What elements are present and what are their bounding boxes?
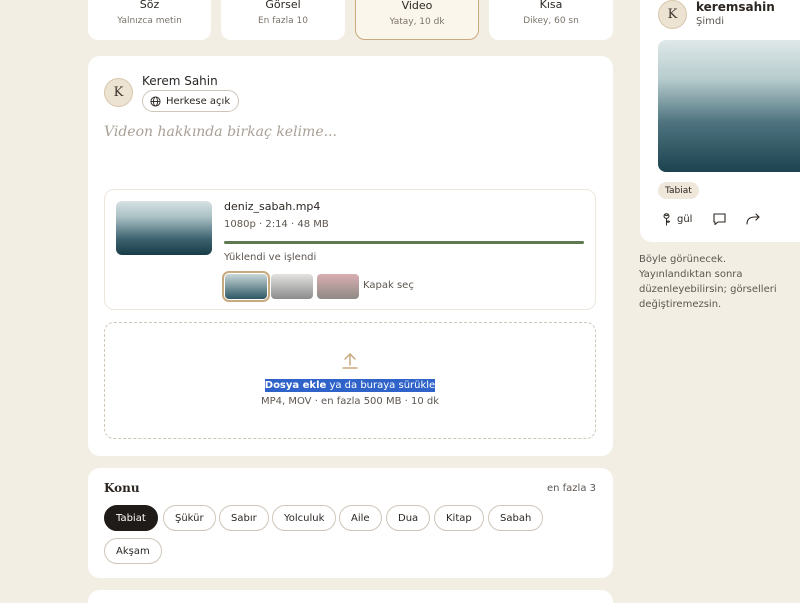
- next-card: [88, 590, 613, 603]
- upload-progress-fill: [224, 241, 584, 244]
- type-tab-sub: Dikey, 60 sn: [523, 16, 579, 26]
- comment-icon: [713, 213, 727, 226]
- cover-option-3[interactable]: [317, 274, 359, 299]
- dropzone-hint: MP4, MOV · en fazla 500 MB · 10 dk: [260, 396, 440, 407]
- preview-like-button[interactable]: gül: [660, 212, 692, 226]
- type-tab-label: Görsel: [265, 0, 301, 11]
- type-tab-gorsel[interactable]: Görsel En fazla 10: [221, 0, 345, 40]
- topic-chip-sabir[interactable]: Sabır: [219, 505, 269, 531]
- dropzone-text: Dosya ekle ya da buraya sürükle: [0, 379, 700, 392]
- topic-chip-sabah[interactable]: Sabah: [488, 505, 544, 531]
- author-name: Kerem Sahin: [142, 74, 218, 88]
- type-tab-label: Kısa: [539, 0, 563, 11]
- add-file-link[interactable]: Dosya ekle: [265, 380, 327, 391]
- type-tab-kisa[interactable]: Kısa Dikey, 60 sn: [489, 0, 613, 40]
- video-thumbnail: [116, 201, 212, 255]
- preview-share-button[interactable]: [745, 212, 761, 226]
- dropzone-rest: ya da buraya sürükle: [326, 380, 436, 391]
- preview-video: [658, 40, 800, 172]
- topic-chip-yolculuk[interactable]: Yolculuk: [272, 505, 337, 531]
- topics-title: Konu: [104, 481, 140, 495]
- type-tab-soz[interactable]: Söz Yalnızca metin: [88, 0, 211, 40]
- topic-chip-tabiat[interactable]: Tabiat: [104, 505, 158, 531]
- cover-option-1[interactable]: [222, 271, 270, 302]
- rose-icon: [663, 213, 671, 226]
- avatar-initial: K: [667, 7, 678, 22]
- avatar-initial: K: [113, 85, 124, 100]
- author-avatar: K: [104, 78, 133, 107]
- caption-input[interactable]: Videon hakkında birkaç kelime...: [104, 124, 337, 140]
- preview-avatar: K: [658, 0, 687, 29]
- topic-chip-kitap[interactable]: Kitap: [434, 505, 484, 531]
- file-name: deniz_sabah.mp4: [224, 200, 321, 213]
- preview-comment-button[interactable]: [712, 212, 727, 226]
- topic-chip-dua[interactable]: Dua: [386, 505, 431, 531]
- cover-select-label: Kapak seç: [363, 280, 414, 291]
- upload-icon: [342, 353, 358, 369]
- preview-actions: gül: [660, 210, 761, 228]
- topic-chip-aksam[interactable]: Akşam: [104, 538, 162, 564]
- preview-topic-tag: Tabiat: [658, 182, 699, 199]
- upload-status: Yüklendi ve işlendi: [224, 252, 317, 263]
- preview-note: Böyle görünecek. Yayınlandıktan sonra dü…: [639, 254, 777, 310]
- globe-icon: [150, 95, 161, 107]
- topic-chip-sukur[interactable]: Şükür: [163, 505, 216, 531]
- type-tab-video[interactable]: Video Yatay, 10 dk: [355, 0, 479, 40]
- preview-timestamp: Şimdi: [696, 16, 724, 27]
- visibility-selector[interactable]: Herkese açık: [142, 90, 240, 112]
- file-meta: 1080p · 2:14 · 48 MB: [224, 219, 329, 230]
- like-label: gül: [677, 213, 693, 225]
- cover-option-2[interactable]: [271, 274, 313, 299]
- type-tab-label: Video: [401, 0, 433, 12]
- upload-progress-bar: [224, 241, 584, 244]
- type-tab-sub: Yalnızca metin: [117, 16, 182, 26]
- visibility-label: Herkese açık: [166, 95, 231, 107]
- type-tab-sub: Yatay, 10 dk: [389, 17, 445, 27]
- topic-chip-aile[interactable]: Aile: [339, 505, 382, 531]
- type-tab-label: Söz: [139, 0, 160, 11]
- preview-username: keremsahin: [696, 0, 775, 14]
- type-tab-sub: En fazla 10: [258, 16, 308, 26]
- share-icon: [746, 213, 761, 225]
- topics-limit: en fazla 3: [546, 483, 596, 494]
